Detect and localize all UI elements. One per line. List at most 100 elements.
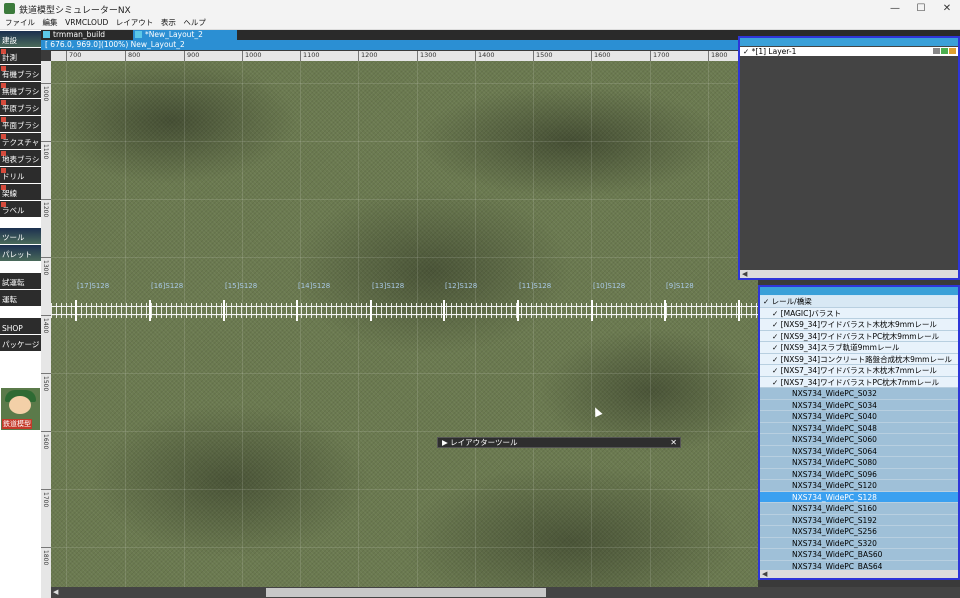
layout-tool-title: ▶ レイアウターツール bbox=[442, 438, 518, 447]
track-segment-label: [15]S128 bbox=[225, 282, 258, 290]
grid-line bbox=[51, 199, 758, 200]
tool-package-button[interactable]: パッケージ bbox=[0, 335, 41, 351]
tool-test-run-button[interactable]: 試運転 bbox=[0, 273, 41, 289]
tool-label-button[interactable]: ラベル bbox=[0, 201, 41, 217]
layout-tool-window[interactable]: ▶ レイアウターツール ✕ bbox=[437, 437, 681, 448]
parts-item[interactable]: NXS734_WidePC_S120 bbox=[760, 480, 958, 492]
tab-trmman-build[interactable]: trmman_build bbox=[41, 30, 141, 40]
tool-label: 試運転 bbox=[2, 278, 25, 287]
tool-plain-brush-button[interactable]: 平原ブラシ bbox=[0, 99, 41, 115]
tool-label: パレット bbox=[2, 250, 32, 259]
parts-category[interactable]: ✓ [NXS7_34]ワイドバラスト木枕木7mmレール bbox=[760, 365, 958, 377]
layout-tool-close-button[interactable]: ✕ bbox=[670, 438, 677, 447]
parts-item[interactable]: NXS734_WidePC_S080 bbox=[760, 457, 958, 469]
tool-label: 地表ブラシ bbox=[2, 155, 40, 164]
menu-layout[interactable]: レイアウト bbox=[116, 17, 154, 29]
ruler-tick: 1600 bbox=[41, 431, 51, 449]
track-joint bbox=[664, 300, 666, 321]
parts-bottom-scrollbar[interactable] bbox=[758, 587, 960, 598]
tab-new-layout-2[interactable]: *New_Layout_2 bbox=[133, 30, 237, 40]
grid-line bbox=[51, 489, 758, 490]
layer-lock-icon[interactable] bbox=[933, 48, 940, 54]
maximize-button[interactable]: ☐ bbox=[908, 0, 934, 17]
tool-build-button[interactable]: 建設 bbox=[0, 31, 41, 47]
parts-item[interactable]: NXS734_WidePC_S128 bbox=[760, 491, 958, 503]
parts-item[interactable]: NXS734_WidePC_S060 bbox=[760, 434, 958, 446]
track-joint bbox=[738, 300, 740, 321]
tab-label: trmman_build bbox=[53, 30, 106, 39]
track-joint bbox=[370, 300, 372, 321]
tool-flat-brush-button[interactable]: 平面ブラシ bbox=[0, 116, 41, 132]
tool-label: ドリル bbox=[2, 172, 25, 181]
parts-item[interactable]: NXS734_WidePC_S032 bbox=[760, 388, 958, 400]
tool-drill-button[interactable]: ドリル bbox=[0, 167, 41, 183]
layer-row[interactable]: ✓ *[1] Layer-1 bbox=[740, 47, 958, 56]
parts-item[interactable]: NXS734_WidePC_S256 bbox=[760, 526, 958, 538]
parts-category[interactable]: ✓ [NXS9_34]スラブ軌道9mmレール bbox=[760, 342, 958, 354]
ruler-tick: 1700 bbox=[41, 489, 51, 507]
mascot-button[interactable]: 鉄道模型 bbox=[1, 388, 40, 430]
rail-line bbox=[51, 306, 758, 307]
layer-panel-scrollbar[interactable]: ◀ bbox=[740, 270, 958, 278]
menu-view[interactable]: 表示 bbox=[161, 17, 176, 29]
layer-color-icon[interactable] bbox=[949, 48, 956, 54]
tool-shop-button[interactable]: SHOP bbox=[0, 318, 41, 334]
parts-item[interactable]: NXS734_WidePC_S040 bbox=[760, 411, 958, 423]
parts-item[interactable]: NXS734_WidePC_BAS60 bbox=[760, 549, 958, 561]
parts-category[interactable]: ✓ [NXS9_34]ワイドバラストPC枕木9mmレール bbox=[760, 330, 958, 342]
menu-file[interactable]: ファイル bbox=[5, 17, 35, 29]
grid-line bbox=[51, 547, 758, 548]
ruler-tick-label: 1400 bbox=[42, 318, 49, 334]
ruler-tick: 700 bbox=[66, 51, 81, 61]
parts-category[interactable]: ✓ [MAGIC]バラスト bbox=[760, 307, 958, 319]
parts-category[interactable]: ✓ [NXS9_34]コンクリート路盤合成枕木9mmレール bbox=[760, 353, 958, 365]
parts-category[interactable]: ✓ [NXS7_34]ワイドバラストPC枕木7mmレール bbox=[760, 376, 958, 388]
tool-inorganic-brush-button[interactable]: 無機ブラシ bbox=[0, 82, 41, 98]
ruler-tick: 1800 bbox=[708, 51, 728, 61]
layout-canvas[interactable]: [17]S128 [16]S128 [15]S128 [14]S128 [13]… bbox=[51, 61, 758, 598]
parts-item[interactable]: NXS734_WidePC_S034 bbox=[760, 399, 958, 411]
track-joint bbox=[149, 300, 151, 321]
ruler-tick: 800 bbox=[125, 51, 140, 61]
menu-vrmcloud[interactable]: VRMCLOUD bbox=[65, 17, 108, 29]
rail-track[interactable] bbox=[51, 300, 758, 321]
parts-item[interactable]: NXS734_WidePC_S064 bbox=[760, 445, 958, 457]
menu-help[interactable]: ヘルプ bbox=[183, 17, 206, 29]
scroll-left-icon[interactable]: ◀ bbox=[53, 588, 58, 596]
track-joint bbox=[75, 300, 77, 321]
parts-category[interactable]: ✓ レール/橋梁 bbox=[760, 296, 958, 308]
tool-measure-button[interactable]: 計測 bbox=[0, 48, 41, 64]
tool-palette-button[interactable]: パレット bbox=[0, 245, 41, 261]
menu-edit[interactable]: 編集 bbox=[43, 17, 58, 29]
ruler-tick: 1000 bbox=[41, 83, 51, 101]
layer-visible-icon[interactable] bbox=[941, 48, 948, 54]
title-bar: 鉄道模型シミュレーターNX — ☐ ✕ bbox=[0, 0, 960, 17]
parts-item[interactable]: NXS734_WidePC_S096 bbox=[760, 468, 958, 480]
ruler-tick: 1000 bbox=[242, 51, 262, 61]
ruler-tick: 1300 bbox=[417, 51, 437, 61]
tool-tool-button[interactable]: ツール bbox=[0, 228, 41, 244]
parts-item[interactable]: NXS734_WidePC_S160 bbox=[760, 503, 958, 515]
ruler-tick: 1400 bbox=[475, 51, 495, 61]
ruler-tick: 1500 bbox=[41, 373, 51, 391]
parts-panel-scrollbar[interactable]: ◀ bbox=[760, 570, 958, 578]
parts-item[interactable]: NXS734_WidePC_S320 bbox=[760, 537, 958, 549]
tool-ground-brush-button[interactable]: 地表ブラシ bbox=[0, 150, 41, 166]
tab-label: *New_Layout_2 bbox=[145, 30, 203, 39]
tool-run-button[interactable]: 運転 bbox=[0, 290, 41, 306]
track-joint bbox=[296, 300, 298, 321]
tool-texture-button[interactable]: テクスチャ bbox=[0, 133, 41, 149]
track-joint bbox=[443, 300, 445, 321]
parts-panel-header[interactable] bbox=[760, 287, 958, 295]
parts-item[interactable]: NXS734_WidePC_S192 bbox=[760, 514, 958, 526]
minimize-button[interactable]: — bbox=[882, 0, 908, 17]
scroll-thumb[interactable] bbox=[266, 588, 546, 597]
ruler-tick: 1700 bbox=[650, 51, 670, 61]
layer-panel-header[interactable] bbox=[740, 38, 958, 46]
parts-category[interactable]: ✓ [NXS9_34]ワイドバラスト木枕木9mmレール bbox=[760, 319, 958, 331]
tool-catenary-button[interactable]: 架線 bbox=[0, 184, 41, 200]
parts-item[interactable]: NXS734_WidePC_S048 bbox=[760, 422, 958, 434]
canvas-horizontal-scrollbar[interactable]: ◀ bbox=[51, 587, 758, 598]
close-button[interactable]: ✕ bbox=[934, 0, 960, 17]
tool-organic-brush-button[interactable]: 有機ブラシ bbox=[0, 65, 41, 81]
